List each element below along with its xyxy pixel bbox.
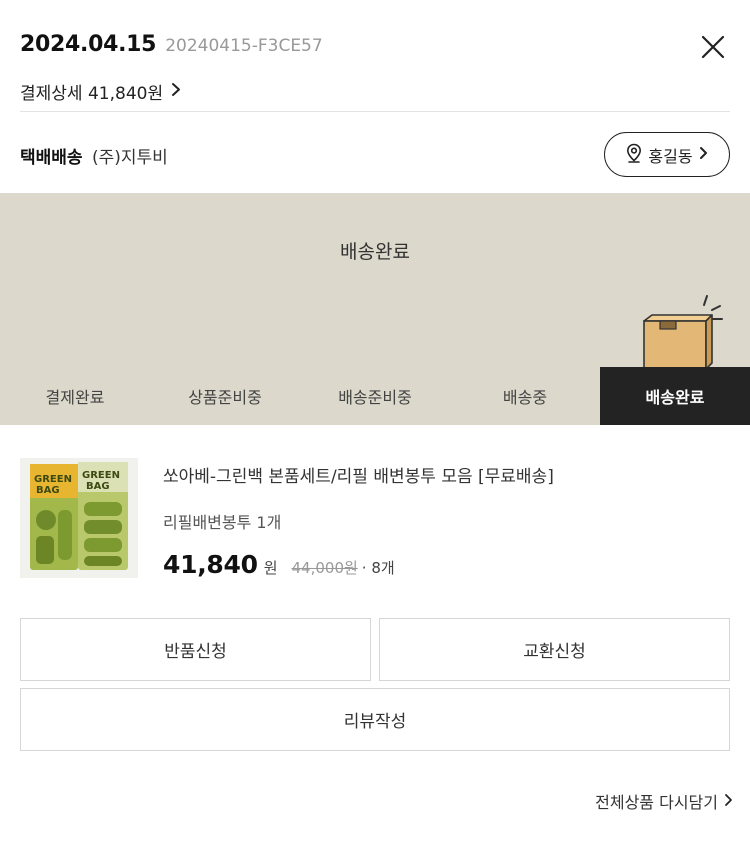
order-number: 20240415-F3CE57 xyxy=(165,36,323,56)
chevron-right-icon xyxy=(171,82,181,102)
return-request-button[interactable]: 반품신청 xyxy=(20,618,371,681)
recart-all-label: 전체상품 다시담기 xyxy=(595,793,718,812)
order-date: 2024.04.15 xyxy=(20,32,157,57)
exchange-request-button[interactable]: 교환신청 xyxy=(379,618,730,681)
location-pin-icon xyxy=(626,143,642,167)
svg-text:GREEN: GREEN xyxy=(82,470,120,481)
recart-all-link[interactable]: 전체상품 다시담기 xyxy=(595,789,733,813)
delivery-steps: 결제완료 상품준비중 배송준비중 배송중 배송완료 xyxy=(0,367,750,425)
courier-name: (주)지투비 xyxy=(91,148,168,168)
status-title: 배송완료 xyxy=(340,241,410,263)
original-price: 44,000원 xyxy=(291,559,358,577)
status-banner: 배송완료 xyxy=(0,193,750,367)
write-review-button[interactable]: 리뷰작성 xyxy=(20,688,730,751)
svg-text:GREEN: GREEN xyxy=(34,474,72,485)
step-preparing-shipping: 배송준비중 xyxy=(338,388,412,407)
step-delivered: 배송완료 xyxy=(600,367,750,425)
delivery-type: 택배배송 xyxy=(20,148,83,168)
product-price-row: 41,840 원 44,000원 · 8개 xyxy=(163,550,395,579)
product-name[interactable]: 쏘아베-그린백 본품세트/리필 배변봉투 모음 [무료배송] xyxy=(163,462,554,487)
order-product: GREEN BAG GREEN BAG 쏘아베-그린백 본품세트/리필 배변봉투… xyxy=(20,458,730,588)
payment-detail-link[interactable]: 결제상세 41,840원 xyxy=(20,79,181,104)
step-payment-complete: 결제완료 xyxy=(45,388,105,407)
divider xyxy=(20,111,730,112)
product-thumbnail[interactable]: GREEN BAG GREEN BAG xyxy=(20,458,138,578)
order-header: 2024.04.15 20240415-F3CE57 xyxy=(20,32,323,57)
delivery-info: 택배배송 (주)지투비 xyxy=(20,143,168,168)
product-image: GREEN BAG GREEN BAG xyxy=(20,458,138,578)
price-unit: 원 xyxy=(263,559,278,577)
delivery-box-icon xyxy=(643,295,723,367)
product-option: 리필배변봉투 1개 xyxy=(163,513,282,532)
chevron-right-icon xyxy=(699,145,708,164)
svg-text:BAG: BAG xyxy=(36,485,60,496)
close-button[interactable] xyxy=(700,34,726,60)
step-in-transit: 배송중 xyxy=(502,388,548,407)
close-icon xyxy=(701,35,725,59)
product-quantity: · 8개 xyxy=(361,559,395,577)
svg-text:BAG: BAG xyxy=(86,481,110,492)
chevron-right-icon xyxy=(724,792,733,811)
recipient-name: 홍길동 xyxy=(648,146,693,166)
payment-detail-label: 결제상세 41,840원 xyxy=(20,84,164,104)
recipient-button[interactable]: 홍길동 xyxy=(604,132,730,177)
product-price: 41,840 xyxy=(163,550,258,579)
step-preparing-product: 상품준비중 xyxy=(188,388,262,407)
